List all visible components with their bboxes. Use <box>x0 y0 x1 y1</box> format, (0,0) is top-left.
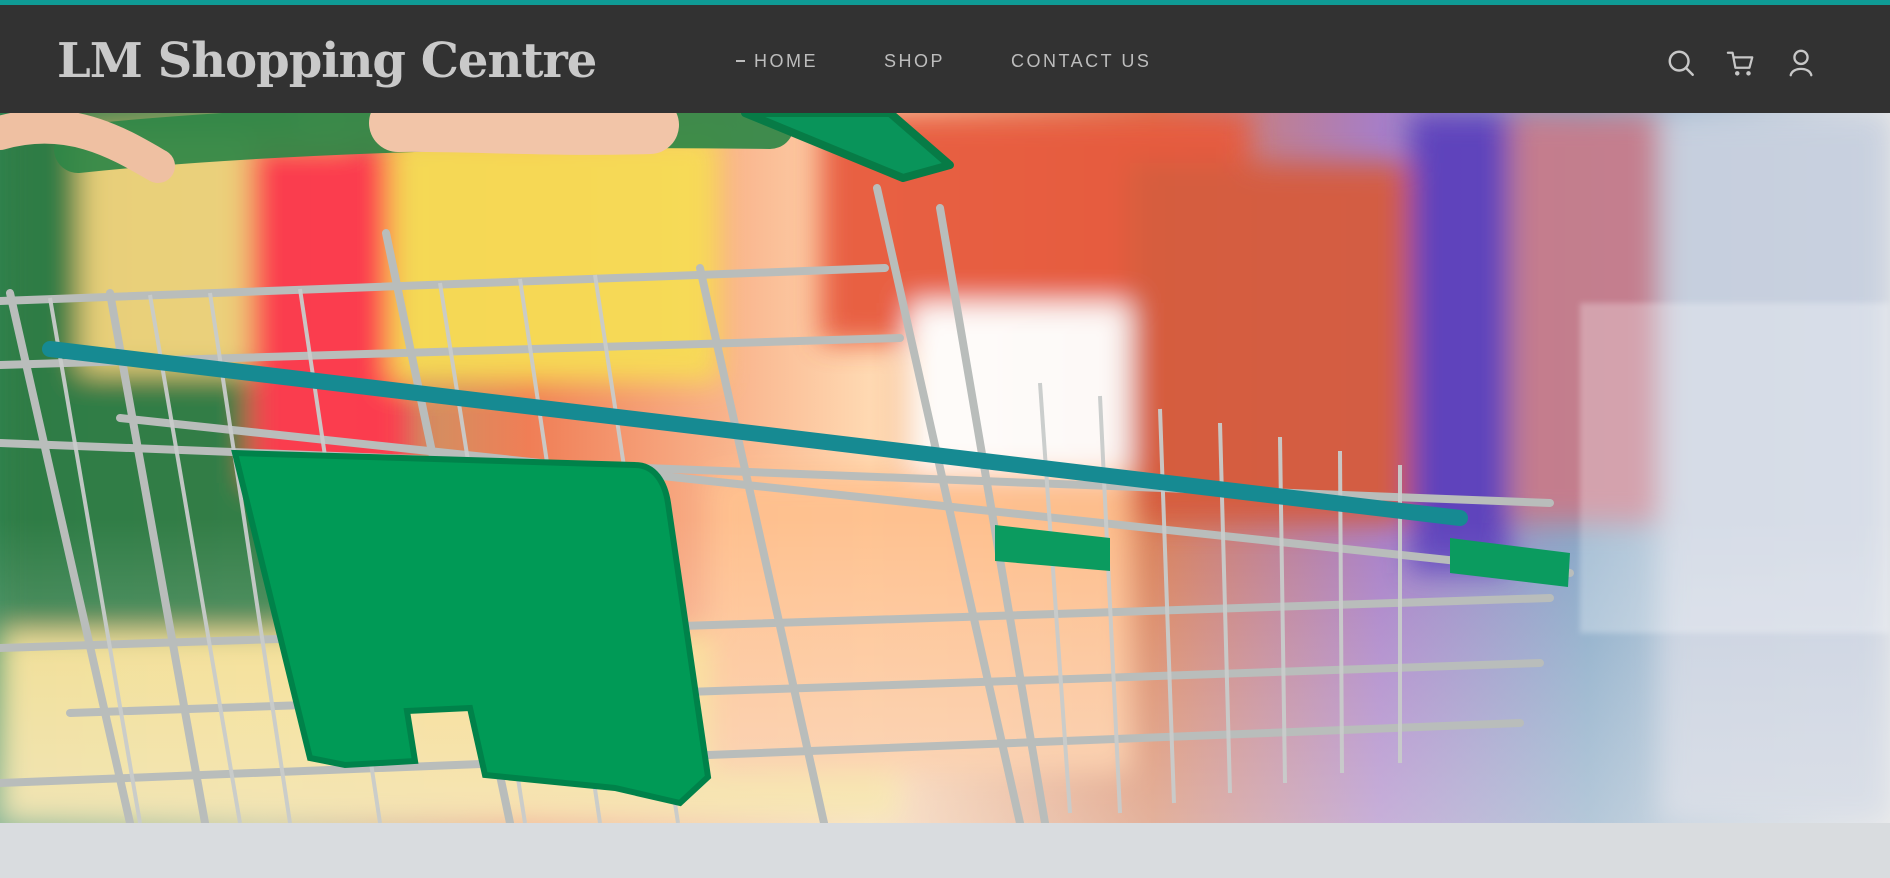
user-icon <box>1786 48 1816 78</box>
hero-banner <box>0 113 1890 823</box>
nav-label-contact-us: CONTACT US <box>1011 51 1152 71</box>
site-title[interactable]: LM Shopping Centre <box>57 31 597 91</box>
account-button[interactable] <box>1785 47 1817 79</box>
shopping-cart-image <box>0 113 1890 823</box>
site-header: LM Shopping Centre HOME SHOP CONTACT US <box>0 5 1890 113</box>
cart-button[interactable] <box>1725 47 1757 79</box>
nav-item-home[interactable]: HOME <box>736 47 818 75</box>
bottom-band <box>0 823 1890 878</box>
search-icon <box>1666 48 1696 78</box>
search-button[interactable] <box>1665 47 1697 79</box>
nav-item-shop[interactable]: SHOP <box>884 47 945 75</box>
cart-icon <box>1726 48 1756 78</box>
nav-item-contact-us[interactable]: CONTACT US <box>1011 47 1151 75</box>
page: LM Shopping Centre HOME SHOP CONTACT US <box>0 0 1890 878</box>
nav-label-home: HOME <box>754 51 818 71</box>
active-indicator <box>736 60 745 62</box>
nav-label-shop: SHOP <box>884 51 946 71</box>
main-navigation: HOME SHOP CONTACT US <box>736 47 1151 75</box>
